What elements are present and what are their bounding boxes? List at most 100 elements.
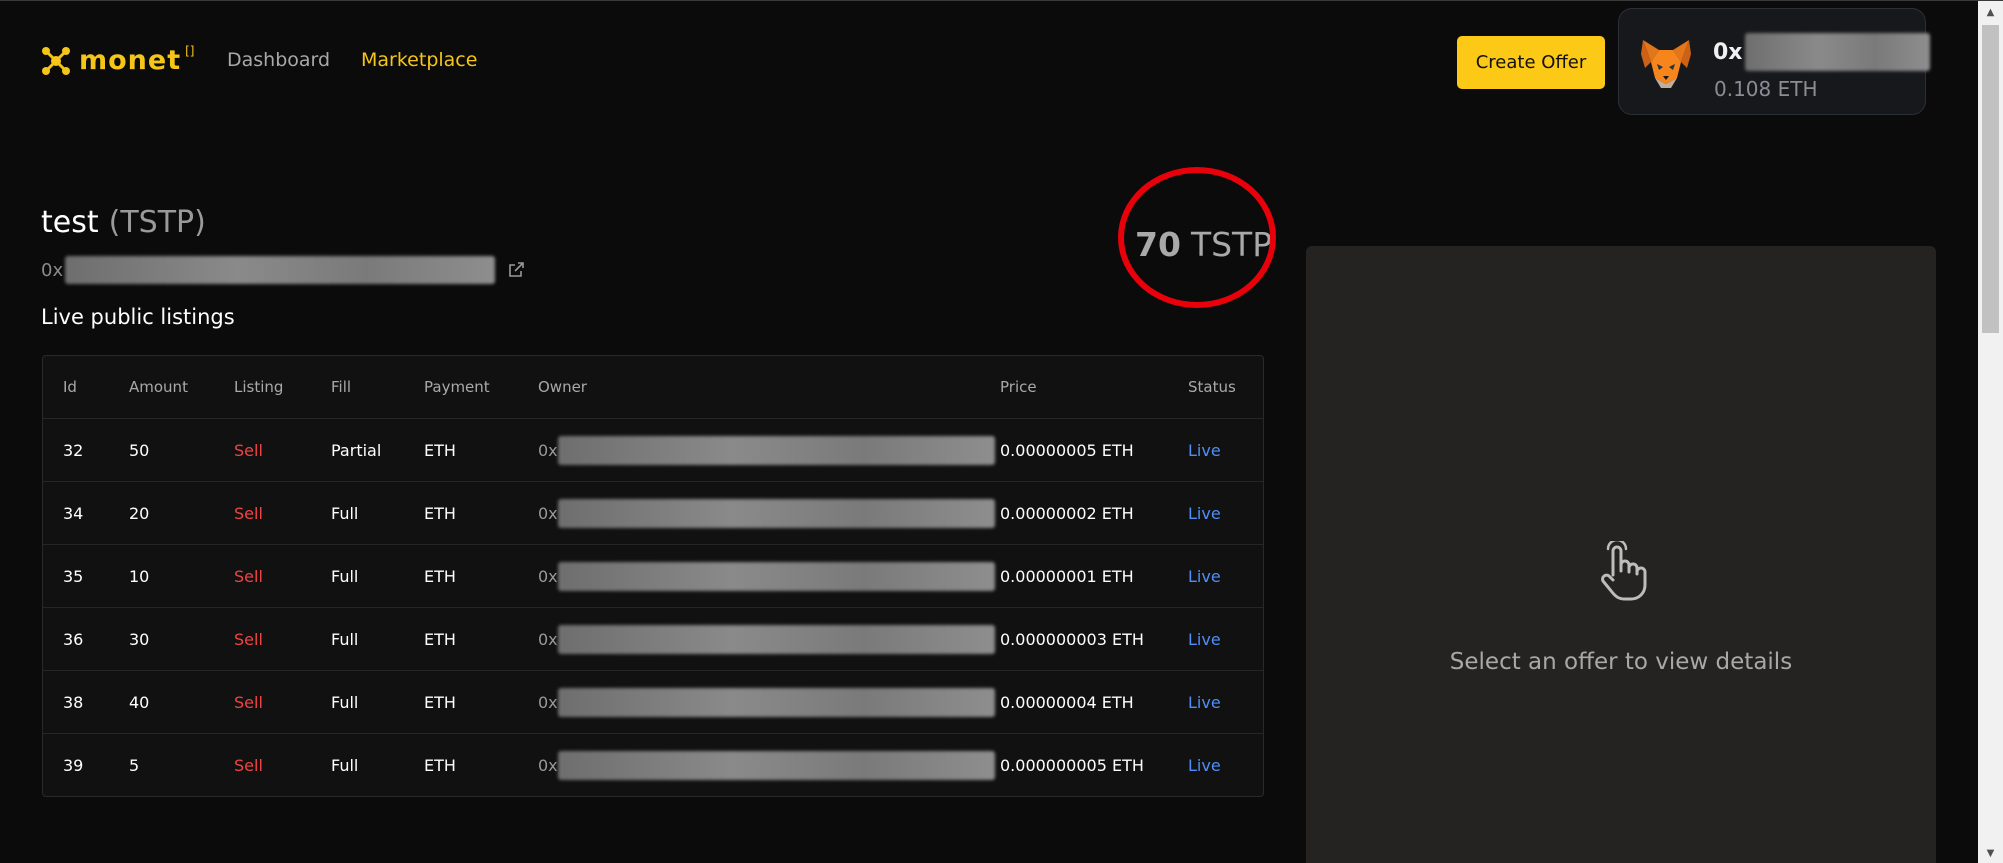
- table-row[interactable]: 38 40 Sell Full ETH 0x 0.00000004 ETH Li…: [43, 671, 1263, 734]
- column-header-amount: Amount: [129, 378, 188, 396]
- cell-listing: Sell: [234, 566, 263, 586]
- cell-listing: Sell: [234, 503, 263, 523]
- cell-id: 34: [63, 503, 84, 523]
- cell-id: 36: [63, 629, 84, 649]
- column-header-status: Status: [1188, 378, 1236, 396]
- listings-table: Id Amount Listing Fill Payment Owner Pri…: [42, 355, 1264, 797]
- cell-fill: Full: [331, 503, 359, 523]
- metamask-fox-icon: [1641, 40, 1691, 88]
- redacted-owner-address: [557, 435, 995, 465]
- cell-payment: ETH: [424, 756, 456, 775]
- cell-amount: 10: [129, 566, 150, 586]
- column-header-payment: Payment: [424, 378, 490, 396]
- table-row[interactable]: 34 20 Sell Full ETH 0x 0.00000002 ETH Li…: [43, 482, 1263, 545]
- cell-price: 0.00000004 ETH: [1000, 692, 1134, 712]
- column-header-price: Price: [1000, 378, 1037, 396]
- cell-listing: Sell: [234, 440, 263, 460]
- external-link-icon[interactable]: [507, 261, 525, 279]
- cell-amount: 5: [129, 756, 140, 775]
- cell-owner: 0x: [538, 671, 995, 733]
- pointer-hand-icon: [1601, 541, 1647, 601]
- cell-amount: 40: [129, 692, 150, 712]
- cell-fill: Full: [331, 566, 359, 586]
- scroll-down-arrow-icon[interactable]: ▼: [1978, 844, 2003, 862]
- redacted-owner-address: [557, 687, 995, 717]
- cell-status[interactable]: Live: [1188, 482, 1221, 544]
- wallet-balance: 0.108 ETH: [1714, 77, 1818, 101]
- owner-prefix: 0x: [538, 440, 558, 460]
- monet-logo-icon: [42, 46, 70, 75]
- column-header-listing: Listing: [234, 378, 284, 396]
- cell-fill: Full: [331, 692, 359, 712]
- page-scrollbar[interactable]: ▲ ▼: [1978, 1, 2003, 863]
- contract-address-prefix: 0x: [41, 259, 64, 281]
- cell-status[interactable]: Live: [1188, 419, 1221, 481]
- cell-payment: ETH: [424, 692, 456, 712]
- table-row[interactable]: 35 10 Sell Full ETH 0x 0.00000001 ETH Li…: [43, 545, 1263, 608]
- cell-price: 0.000000005 ETH: [1000, 756, 1144, 775]
- cell-id: 35: [63, 566, 84, 586]
- create-offer-button[interactable]: Create Offer: [1457, 36, 1605, 89]
- cell-amount: 30: [129, 629, 150, 649]
- cell-price: 0.00000005 ETH: [1000, 440, 1134, 460]
- cell-fill: Full: [331, 629, 359, 649]
- cell-status[interactable]: Live: [1188, 545, 1221, 607]
- scroll-up-arrow-icon[interactable]: ▲: [1978, 3, 2003, 21]
- owner-prefix: 0x: [538, 629, 558, 649]
- cell-id: 39: [63, 756, 84, 775]
- cell-owner: 0x: [538, 419, 995, 481]
- details-hint-text: Select an offer to view details: [1449, 649, 1793, 675]
- table-header: Id Amount Listing Fill Payment Owner Pri…: [43, 356, 1263, 419]
- redacted-owner-address: [557, 498, 995, 528]
- cell-id: 38: [63, 692, 84, 712]
- redacted-address: [1744, 33, 1930, 71]
- marketplace-page: monet [] Dashboard Marketplace Create Of…: [0, 0, 2003, 863]
- nav-dashboard[interactable]: Dashboard: [227, 48, 330, 72]
- cell-amount: 50: [129, 440, 150, 460]
- cell-payment: ETH: [424, 566, 456, 586]
- redacted-contract-address: [65, 256, 496, 284]
- wallet-card[interactable]: 0x 0.108 ETH: [1618, 8, 1930, 115]
- cell-status[interactable]: Live: [1188, 671, 1221, 733]
- cell-status[interactable]: Live: [1188, 734, 1221, 796]
- owner-prefix: 0x: [538, 566, 558, 586]
- cell-owner: 0x: [538, 734, 995, 796]
- cell-fill: Full: [331, 756, 359, 775]
- redacted-owner-address: [557, 751, 995, 780]
- cell-price: 0.000000003 ETH: [1000, 629, 1144, 649]
- scrollbar-thumb[interactable]: [1982, 25, 1999, 333]
- table-row[interactable]: 36 30 Sell Full ETH 0x 0.000000003 ETH L…: [43, 608, 1263, 671]
- cell-payment: ETH: [424, 440, 456, 460]
- cell-listing: Sell: [234, 756, 263, 775]
- redacted-owner-address: [557, 624, 995, 654]
- wallet-address: 0x: [1713, 33, 1930, 71]
- cell-owner: 0x: [538, 608, 995, 670]
- cell-payment: ETH: [424, 503, 456, 523]
- cell-id: 32: [63, 440, 84, 460]
- nav-marketplace[interactable]: Marketplace: [361, 48, 477, 72]
- annotation-circle: [1118, 167, 1276, 308]
- cell-listing: Sell: [234, 629, 263, 649]
- column-header-owner: Owner: [538, 378, 587, 396]
- column-header-id: Id: [63, 378, 77, 396]
- token-title: test (TSTP): [41, 205, 206, 240]
- cell-fill: Partial: [331, 440, 382, 460]
- redacted-owner-address: [557, 561, 995, 591]
- owner-prefix: 0x: [538, 692, 558, 712]
- cell-amount: 20: [129, 503, 150, 523]
- table-row[interactable]: 32 50 Sell Partial ETH 0x 0.00000005 ETH…: [43, 419, 1263, 482]
- offer-details-panel: Select an offer to view details: [1306, 246, 1936, 863]
- wallet-address-prefix: 0x: [1713, 39, 1743, 65]
- table-row[interactable]: 39 5 Sell Full ETH 0x 0.000000005 ETH Li…: [43, 734, 1263, 796]
- cell-owner: 0x: [538, 545, 995, 607]
- token-name: test: [41, 205, 99, 240]
- cell-price: 0.00000001 ETH: [1000, 566, 1134, 586]
- logo-text: monet: [79, 45, 182, 76]
- contract-address: 0x: [41, 256, 525, 284]
- cell-listing: Sell: [234, 692, 263, 712]
- monet-logo[interactable]: monet []: [41, 44, 195, 76]
- listings-title: Live public listings: [41, 305, 235, 329]
- cell-status[interactable]: Live: [1188, 608, 1221, 670]
- column-header-fill: Fill: [331, 378, 352, 396]
- token-symbol: (TSTP): [108, 205, 206, 240]
